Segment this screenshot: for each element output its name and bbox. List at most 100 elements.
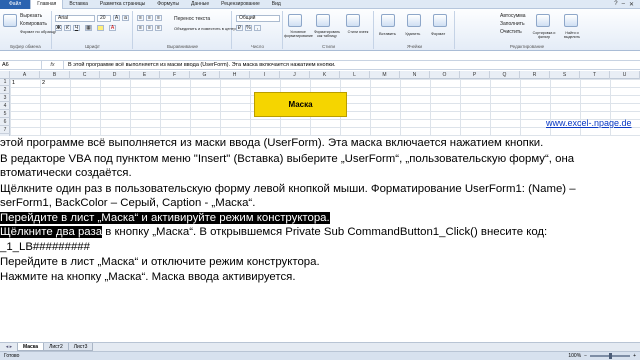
sheet-tab-list3[interactable]: Лист3 (67, 343, 94, 351)
tab-data[interactable]: Данные (185, 0, 215, 9)
currency-icon[interactable]: ₽ (236, 25, 243, 31)
zoom-slider[interactable] (590, 353, 631, 359)
fx-icon[interactable]: fx (42, 60, 64, 70)
conditional-format-icon[interactable] (288, 14, 302, 27)
wrap-text-button[interactable]: Перенос текста (174, 16, 210, 22)
insert-cells-button[interactable]: Вставить (379, 31, 396, 36)
sort-filter-button[interactable]: Сортировка и фильтр (530, 31, 558, 39)
tab-view[interactable]: Вид (266, 0, 287, 9)
cut-button[interactable]: Вырезать (20, 13, 42, 19)
row-header-5[interactable]: 5 (0, 111, 10, 118)
column-header-n[interactable]: N (400, 71, 430, 79)
align-right-icon[interactable]: ≡ (155, 25, 162, 31)
conditional-format-button[interactable]: Условное форматирование (284, 30, 313, 38)
zoom-out-icon[interactable]: − (584, 353, 587, 359)
zoom-in-icon[interactable]: + (633, 353, 636, 359)
tab-page-layout[interactable]: Разметка страницы (94, 0, 151, 9)
cell-styles-button[interactable]: Стили ячеек (344, 30, 372, 34)
tab-review[interactable]: Рецензирование (215, 0, 266, 9)
align-middle-icon[interactable]: ≡ (146, 15, 153, 21)
percent-icon[interactable]: % (245, 25, 252, 31)
row-header-3[interactable]: 3 (0, 95, 10, 102)
paste-icon[interactable] (3, 14, 17, 27)
cell-b2[interactable]: 2 (42, 80, 45, 86)
help-icon[interactable]: ? (614, 1, 617, 8)
column-header-e[interactable]: E (130, 71, 160, 79)
column-header-l[interactable]: L (340, 71, 370, 79)
format-table-icon[interactable] (316, 14, 330, 27)
column-header-f[interactable]: F (160, 71, 190, 79)
formula-input[interactable]: В этой программе всё выполняется из маск… (64, 62, 336, 68)
format-cells-button[interactable]: Формат (431, 31, 445, 36)
insert-cells-icon[interactable] (381, 14, 395, 27)
find-select-icon[interactable] (564, 14, 578, 27)
column-header-d[interactable]: D (100, 71, 130, 79)
column-header-h[interactable]: H (220, 71, 250, 79)
find-select-button[interactable]: Найти и выделить (560, 31, 584, 39)
column-header-p[interactable]: P (460, 71, 490, 79)
font-color-icon[interactable]: A (109, 25, 116, 31)
cell-styles-icon[interactable] (346, 14, 360, 27)
column-header-j[interactable]: J (280, 71, 310, 79)
column-header-q[interactable]: Q (490, 71, 520, 79)
row-header-4[interactable]: 4 (0, 103, 10, 110)
row-header-2[interactable]: 2 (0, 87, 10, 94)
delete-cells-button[interactable]: Удалить (405, 31, 420, 36)
column-header-k[interactable]: K (310, 71, 340, 79)
close-icon[interactable]: ✕ (629, 1, 634, 8)
mask-button[interactable]: Маска (254, 92, 347, 117)
column-header-i[interactable]: I (250, 71, 280, 79)
shrink-font-icon[interactable]: a (122, 15, 129, 21)
website-link[interactable]: www.excel-.npage.de (546, 118, 632, 128)
select-all-corner[interactable] (0, 71, 10, 79)
align-center-icon[interactable]: ≡ (146, 25, 153, 31)
tab-file[interactable]: Файл (0, 0, 31, 9)
cell-a2[interactable]: 1 (12, 80, 15, 86)
tab-formulas[interactable]: Формулы (151, 0, 185, 9)
bold-icon[interactable]: Ж (55, 25, 62, 31)
tab-home[interactable]: Главная (30, 0, 64, 9)
sheet-tab-list2[interactable]: Лист2 (43, 343, 69, 351)
copy-button[interactable]: Копировать (20, 21, 47, 27)
number-format-select[interactable]: Общий (236, 15, 280, 22)
zoom-slider-knob[interactable] (608, 353, 612, 359)
clear-button[interactable]: Очистить (500, 29, 522, 35)
column-header-m[interactable]: M (370, 71, 400, 79)
align-left-icon[interactable]: ≡ (137, 25, 144, 31)
thousands-icon[interactable]: , (254, 25, 261, 31)
sheet-nav-arrows-icon[interactable]: ◂ ▸ (0, 343, 18, 351)
column-header-r[interactable]: R (520, 71, 550, 79)
sort-filter-icon[interactable] (536, 14, 550, 27)
tab-insert[interactable]: Вставка (63, 0, 94, 9)
autosum-button[interactable]: Автосумма (500, 13, 526, 19)
italic-icon[interactable]: К (64, 25, 71, 31)
format-painter-button[interactable]: Формат по образцу (20, 29, 56, 34)
column-header-s[interactable]: S (550, 71, 580, 79)
column-header-o[interactable]: O (430, 71, 460, 79)
align-bottom-icon[interactable]: ≡ (155, 15, 162, 21)
column-header-c[interactable]: C (70, 71, 100, 79)
column-header-a[interactable]: A (10, 71, 40, 79)
column-header-t[interactable]: T (580, 71, 610, 79)
column-header-g[interactable]: G (190, 71, 220, 79)
merge-center-button[interactable]: Объединить и поместить в центре (174, 26, 238, 31)
delete-cells-icon[interactable] (407, 14, 421, 27)
column-header-u[interactable]: U (610, 71, 640, 79)
underline-icon[interactable]: Ч (73, 25, 80, 31)
minimize-icon[interactable]: – (622, 1, 625, 8)
row-header-7[interactable]: 7 (0, 127, 10, 134)
align-top-icon[interactable]: ≡ (137, 15, 144, 21)
font-size-select[interactable]: 20 (97, 15, 111, 22)
row-header-6[interactable]: 6 (0, 119, 10, 126)
grow-font-icon[interactable]: A (113, 15, 120, 21)
sheet-tab-mask[interactable]: Маска (17, 343, 45, 351)
format-table-button[interactable]: Форматировать как таблицу (312, 30, 342, 38)
name-box[interactable]: A6 (0, 60, 42, 70)
format-cells-icon[interactable] (433, 14, 447, 27)
row-header-1[interactable]: 1 (0, 79, 10, 86)
font-name-select[interactable]: Arial (55, 15, 95, 22)
fill-button[interactable]: Заполнить (500, 21, 525, 27)
borders-icon[interactable]: ▦ (85, 25, 92, 31)
column-header-b[interactable]: B (40, 71, 70, 79)
fill-color-icon[interactable] (97, 25, 104, 31)
